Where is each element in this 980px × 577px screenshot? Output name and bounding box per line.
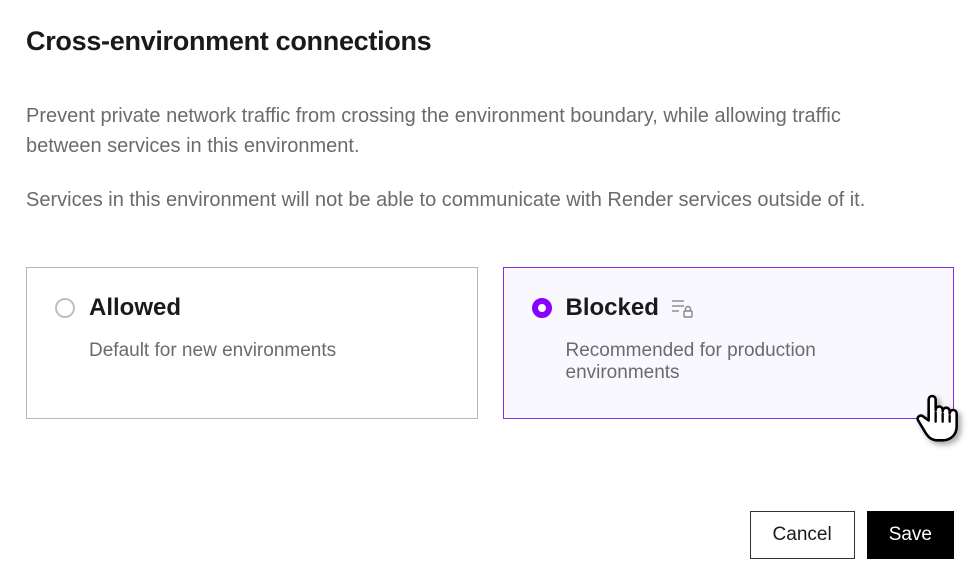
option-blocked-header: Blocked xyxy=(532,294,926,322)
option-allowed-subtitle: Default for new environments xyxy=(89,340,449,362)
description-p2: Services in this environment will not be… xyxy=(26,185,896,215)
option-blocked[interactable]: Blocked Recommended for production envir… xyxy=(503,267,955,419)
radio-icon xyxy=(55,298,75,318)
radio-checked-icon xyxy=(532,298,552,318)
option-blocked-subtitle: Recommended for production environments xyxy=(566,340,926,384)
description-p1: Prevent private network traffic from cro… xyxy=(26,101,896,161)
cursor-pointer-icon xyxy=(910,389,966,445)
cancel-button[interactable]: Cancel xyxy=(750,511,855,559)
buttons-row: Cancel Save xyxy=(750,511,954,559)
options-row: Allowed Default for new environments Blo… xyxy=(26,267,954,419)
page-title: Cross-environment connections xyxy=(26,26,954,57)
option-allowed-title: Allowed xyxy=(89,294,181,322)
option-allowed[interactable]: Allowed Default for new environments xyxy=(26,267,478,419)
lock-list-icon xyxy=(671,298,693,318)
option-allowed-header: Allowed xyxy=(55,294,449,322)
option-blocked-title: Blocked xyxy=(566,294,693,322)
save-button[interactable]: Save xyxy=(867,511,954,559)
option-blocked-title-text: Blocked xyxy=(566,294,659,322)
